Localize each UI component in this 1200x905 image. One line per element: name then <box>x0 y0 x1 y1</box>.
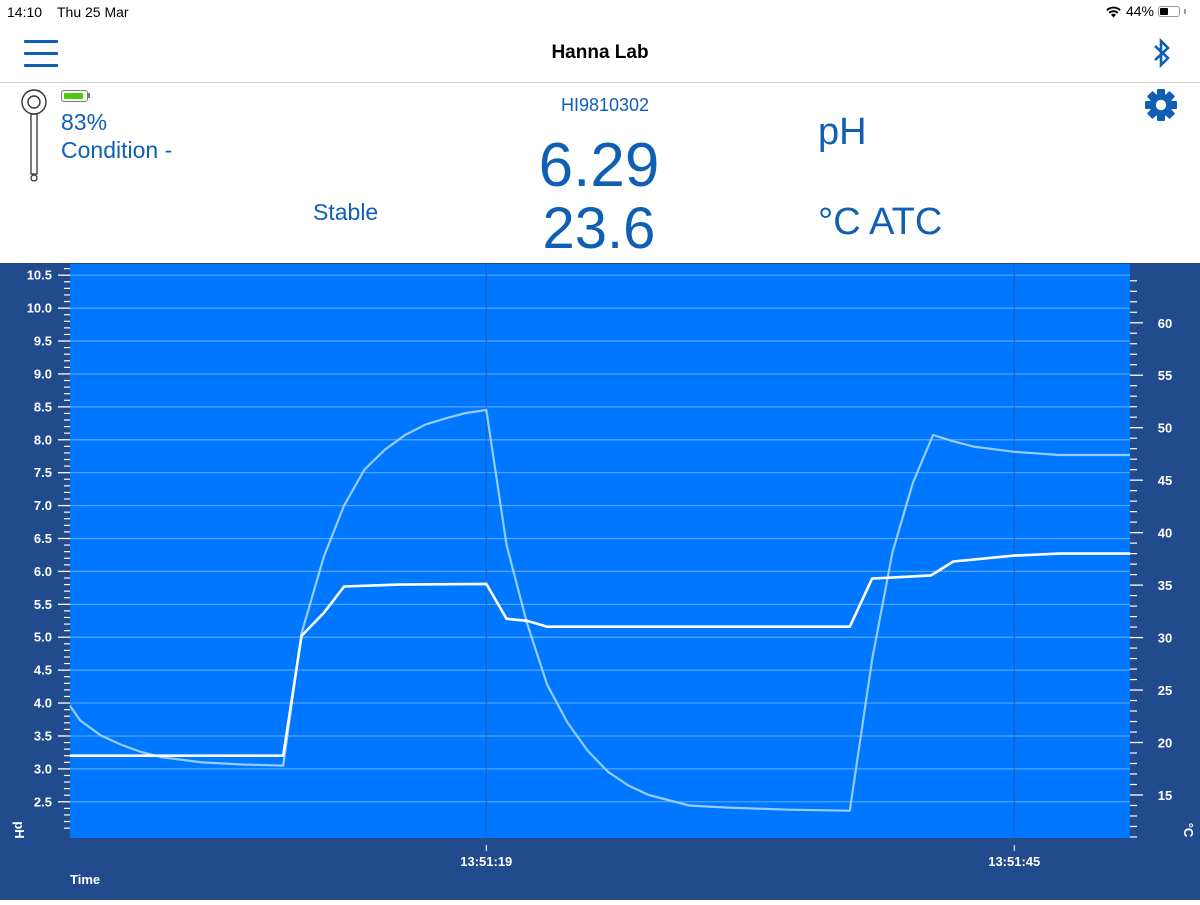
temperature-unit: °C ATC <box>818 201 943 243</box>
y2-tick-label: 15 <box>1158 788 1172 803</box>
y2-tick-label: 25 <box>1158 683 1172 698</box>
x-tick-label: 13:51:19 <box>460 854 512 869</box>
y-axis-label: pH <box>12 821 27 838</box>
y-tick-label: 9.0 <box>34 366 52 381</box>
y2-axis-label: °C <box>1181 823 1196 838</box>
y-tick-label: 8.5 <box>34 399 52 414</box>
y-tick-label: 3.0 <box>34 761 52 776</box>
y2-tick-label: 30 <box>1158 631 1172 646</box>
status-bar: 14:10 Thu 25 Mar 44% <box>0 0 1200 24</box>
y-tick-label: 4.0 <box>34 696 52 711</box>
y-tick-label: 10.5 <box>27 268 52 283</box>
battery-nub <box>1184 8 1186 14</box>
probe-condition: Condition - <box>61 137 173 163</box>
hamburger-menu-icon-bar <box>24 64 58 67</box>
y2-tick-label: 55 <box>1158 368 1172 383</box>
y2-tick-label: 50 <box>1158 421 1172 436</box>
temperature-reading: 23.6 <box>542 196 656 261</box>
probe-battery-icon <box>61 90 88 102</box>
y-tick-label: 4.5 <box>34 663 52 678</box>
y-tick-label: 7.0 <box>34 498 52 513</box>
y2-tick-label: 20 <box>1158 736 1172 751</box>
y2-tick-label: 45 <box>1158 473 1172 488</box>
probe-model: HI9810302 <box>560 95 650 115</box>
ph-unit: pH <box>818 111 867 153</box>
status-right: 44% <box>1105 3 1186 19</box>
y2-tick-label: 35 <box>1158 578 1172 593</box>
navigation-bar: Hanna Lab <box>0 24 1200 83</box>
y-tick-label: 9.5 <box>34 334 52 349</box>
ph-temperature-chart[interactable]: 2.5 3.0 3.5 4.0 4.5 5.0 5.5 6.0 6.5 7.0 7.5 8.0 8.5 9… <box>0 263 1200 900</box>
stability-status: Stable <box>313 199 379 225</box>
battery-icon <box>1158 5 1180 17</box>
y-tick-label: 2.5 <box>34 794 52 809</box>
probe-battery-percent: 83% <box>61 109 108 135</box>
y-tick-label: 8.0 <box>34 432 52 447</box>
x-axis-label: Time <box>70 872 100 887</box>
probe-icon <box>21 89 47 182</box>
bluetooth-icon[interactable] <box>1152 36 1172 70</box>
battery-percent: 44% <box>1125 3 1154 19</box>
clock: 14:10 <box>7 4 43 20</box>
y2-tick-label: 40 <box>1158 526 1172 541</box>
x-tick-label: 13:51:45 <box>988 854 1040 869</box>
y-tick-label: 5.0 <box>34 630 52 645</box>
chart-panel: 2.5 3.0 3.5 4.0 4.5 5.0 5.5 6.0 6.5 7.0 7.5 8.0 8.5 9… <box>0 263 1200 900</box>
ph-reading: 6.29 <box>538 131 660 200</box>
y-tick-label: 10.0 <box>27 301 52 316</box>
reading-panel: 83% Condition - HI9810302 6.29 23.6 Stab… <box>0 83 1200 263</box>
plot-area <box>70 264 1130 838</box>
app-title: Hanna Lab <box>551 42 649 63</box>
y-tick-label: 6.0 <box>34 564 52 579</box>
y-tick-label: 3.5 <box>34 728 52 743</box>
y-tick-label: 7.5 <box>34 465 52 480</box>
y-tick-label: 6.5 <box>34 531 52 546</box>
date: Thu 25 Mar <box>57 4 129 20</box>
wifi-icon <box>1106 6 1121 17</box>
y-tick-label: 5.5 <box>34 597 52 612</box>
gear-icon[interactable] <box>1144 88 1178 122</box>
probe-battery-nub <box>88 93 90 98</box>
y2-tick-label: 60 <box>1158 316 1172 331</box>
